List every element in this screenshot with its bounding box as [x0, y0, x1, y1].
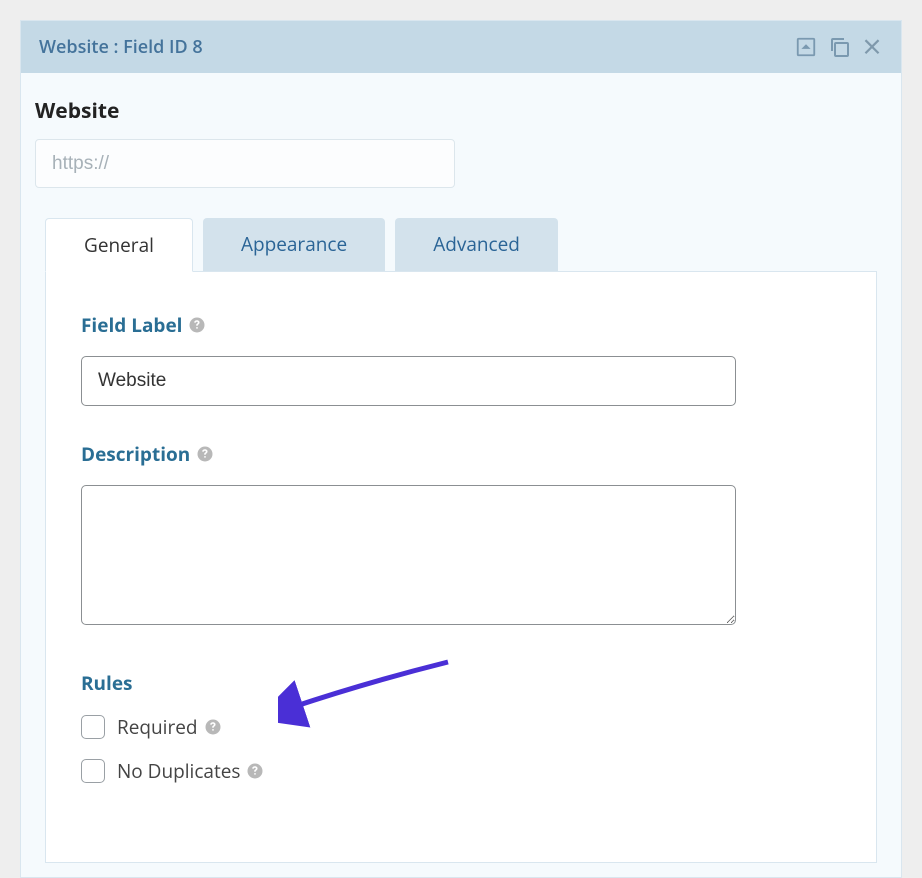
- required-checkbox[interactable]: [81, 715, 105, 739]
- panel-header: Website : Field ID 8: [21, 21, 901, 73]
- no-duplicates-row: No Duplicates: [81, 758, 841, 784]
- close-icon[interactable]: [861, 36, 883, 58]
- field-preview-label: Website: [35, 97, 887, 125]
- description-heading: Description: [81, 441, 841, 467]
- tab-content-general: Field Label Description Rules: [45, 271, 877, 863]
- tab-appearance[interactable]: Appearance: [203, 218, 385, 272]
- tab-general[interactable]: General: [45, 218, 193, 272]
- header-actions: [795, 35, 883, 59]
- help-icon[interactable]: [204, 718, 222, 736]
- no-duplicates-label: No Duplicates: [117, 758, 264, 784]
- help-icon[interactable]: [188, 316, 206, 334]
- collapse-icon[interactable]: [795, 36, 817, 58]
- help-icon[interactable]: [196, 445, 214, 463]
- duplicate-icon[interactable]: [827, 35, 851, 59]
- tabs: General Appearance Advanced: [45, 218, 877, 272]
- tab-advanced[interactable]: Advanced: [395, 218, 558, 272]
- no-duplicates-checkbox[interactable]: [81, 759, 105, 783]
- field-label-text: Field Label: [81, 312, 182, 338]
- required-row: Required: [81, 714, 841, 740]
- help-icon[interactable]: [246, 762, 264, 780]
- description-text: Description: [81, 441, 190, 467]
- rules-heading: Rules: [81, 670, 841, 696]
- field-preview-input[interactable]: [35, 139, 455, 188]
- field-label-input[interactable]: [81, 356, 736, 406]
- description-input[interactable]: [81, 485, 736, 625]
- panel-title: Website : Field ID 8: [39, 35, 203, 59]
- panel-body: Website General Appearance Advanced Fiel…: [21, 73, 901, 877]
- required-label: Required: [117, 714, 222, 740]
- field-settings-panel: Website : Field ID 8 Website General App…: [20, 20, 902, 878]
- field-label-heading: Field Label: [81, 312, 841, 338]
- tabs-container: General Appearance Advanced Field Label …: [35, 218, 887, 863]
